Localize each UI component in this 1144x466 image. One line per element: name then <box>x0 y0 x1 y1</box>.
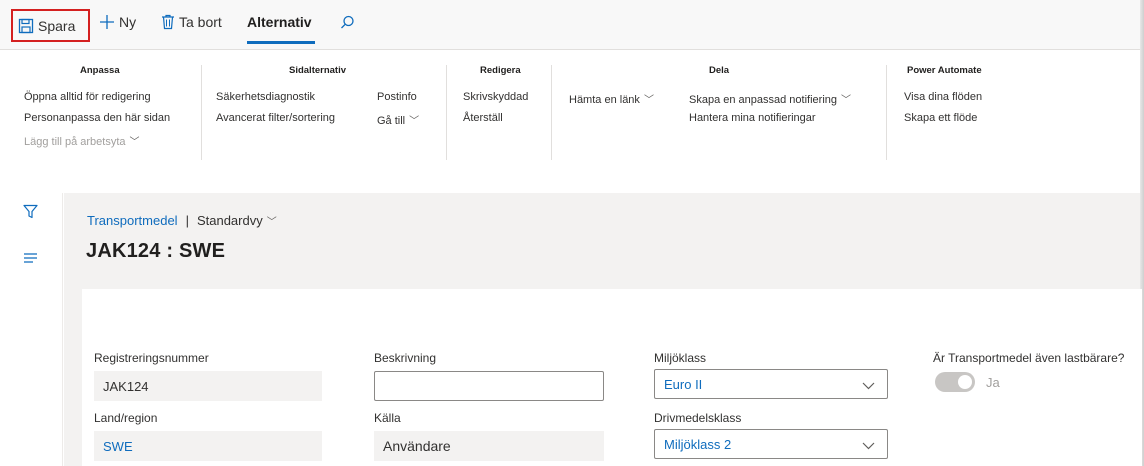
registration-number-label: Registreringsnummer <box>94 351 209 365</box>
source-field: Användare <box>374 431 604 461</box>
country-field[interactable]: SWE <box>94 431 322 461</box>
trash-icon <box>161 14 175 30</box>
is-carrier-label: Är Transportmedel även lastbärare? <box>933 351 1125 365</box>
description-input[interactable] <box>374 371 604 401</box>
delete-button[interactable]: Ta bort <box>161 0 222 44</box>
filter-icon[interactable] <box>23 204 38 224</box>
search-icon <box>340 15 355 30</box>
options-ribbon: Anpassa Öppna alltid för redigering Pers… <box>0 51 1140 193</box>
save-button[interactable]: Spara <box>11 9 90 42</box>
ribbon-item-reset[interactable]: Återställ <box>463 112 503 124</box>
ribbon-item-personalize[interactable]: Personanpassa den här sidan <box>24 112 170 124</box>
group-title-power-automate: Power Automate <box>907 65 982 76</box>
group-title-dela: Dela <box>709 65 730 76</box>
ribbon-item-always-edit[interactable]: Öppna alltid för redigering <box>24 91 151 103</box>
ribbon-divider <box>886 65 887 160</box>
save-label: Spara <box>38 17 76 34</box>
new-button[interactable]: Ny <box>99 0 136 44</box>
fuel-class-value: Miljöklass 2 <box>664 436 732 452</box>
action-toolbar: Spara Ny Ta bort Alternativ <box>0 0 1140 50</box>
new-label: Ny <box>119 14 137 30</box>
fuel-class-label: Drivmedelsklass <box>654 411 742 425</box>
custom-alert-label: Skapa en anpassad notifiering <box>689 94 837 106</box>
ribbon-item-manage-alerts[interactable]: Hantera mina notifieringar <box>689 112 816 124</box>
ribbon-item-view-flows[interactable]: Visa dina flöden <box>904 91 982 103</box>
breadcrumb-separator: | <box>185 213 189 228</box>
is-carrier-value: Ja <box>986 375 1000 390</box>
go-to-label: Gå till <box>377 115 406 127</box>
ribbon-item-create-flow[interactable]: Skapa ett flöde <box>904 112 977 124</box>
fuel-class-select[interactable]: Miljöklass 2 <box>654 429 888 459</box>
is-carrier-toggle[interactable] <box>935 372 975 392</box>
source-label: Källa <box>374 411 401 425</box>
ribbon-item-record-info[interactable]: Postinfo <box>377 91 417 103</box>
save-icon <box>18 18 34 34</box>
related-info-icon[interactable] <box>23 251 38 269</box>
toggle-knob <box>958 375 972 389</box>
chevron-down-icon: ﹀ <box>409 116 420 127</box>
group-title-anpassa: Anpassa <box>80 65 120 76</box>
ribbon-divider <box>446 65 447 160</box>
left-rail <box>0 193 63 466</box>
form-card: Registreringsnummer JAK124 Land/region S… <box>82 289 1142 466</box>
breadcrumb-link-transportmedel[interactable]: Transportmedel <box>87 213 178 228</box>
main-content: Transportmedel | Standardvy ﹀ JAK124 : SW… <box>64 193 1142 466</box>
chevron-down-icon: ﹀ <box>643 95 654 106</box>
environment-class-select[interactable]: Euro II <box>654 369 888 399</box>
tab-alternativ[interactable]: Alternativ <box>247 0 312 44</box>
delete-label: Ta bort <box>179 14 222 30</box>
chevron-down-icon <box>862 438 875 453</box>
active-tab-indicator <box>247 41 315 44</box>
ribbon-item-add-to-workspace[interactable]: Lägg till på arbetsyta ﹀ <box>24 133 140 148</box>
chevron-down-icon: ﹀ <box>266 217 277 228</box>
ribbon-item-go-to[interactable]: Gå till ﹀ <box>377 112 419 127</box>
group-title-redigera: Redigera <box>480 65 521 76</box>
ribbon-item-advanced-filter[interactable]: Avancerat filter/sortering <box>216 112 335 124</box>
view-selector[interactable]: Standardvy ﹀ <box>197 213 277 228</box>
ribbon-divider <box>201 65 202 160</box>
breadcrumb: Transportmedel | Standardvy ﹀ <box>87 213 277 228</box>
ribbon-item-read-only[interactable]: Skrivskyddad <box>463 91 528 103</box>
get-link-label: Hämta en länk <box>569 94 640 106</box>
chevron-down-icon: ﹀ <box>841 95 851 106</box>
country-label: Land/region <box>94 411 158 425</box>
search-button[interactable] <box>340 0 359 44</box>
registration-number-field: JAK124 <box>94 371 322 401</box>
chevron-down-icon <box>862 378 875 393</box>
environment-class-label: Miljöklass <box>654 351 707 365</box>
group-title-sidalternativ: Sidalternativ <box>289 65 347 76</box>
page-title: JAK124 : SWE <box>86 240 226 262</box>
ribbon-item-get-link[interactable]: Hämta en länk ﹀ <box>569 91 654 106</box>
view-name-label: Standardvy <box>196 213 263 228</box>
chevron-down-icon: ﹀ <box>129 137 140 148</box>
ribbon-item-security-diagnostics[interactable]: Säkerhetsdiagnostik <box>216 91 315 103</box>
environment-class-value: Euro II <box>664 376 703 392</box>
description-label: Beskrivning <box>374 351 437 365</box>
add-to-workspace-label: Lägg till på arbetsyta <box>24 136 126 148</box>
ribbon-divider <box>551 65 552 160</box>
plus-icon <box>99 14 115 30</box>
ribbon-item-custom-alert[interactable]: Skapa en anpassad notifiering ﹀ <box>689 91 851 106</box>
